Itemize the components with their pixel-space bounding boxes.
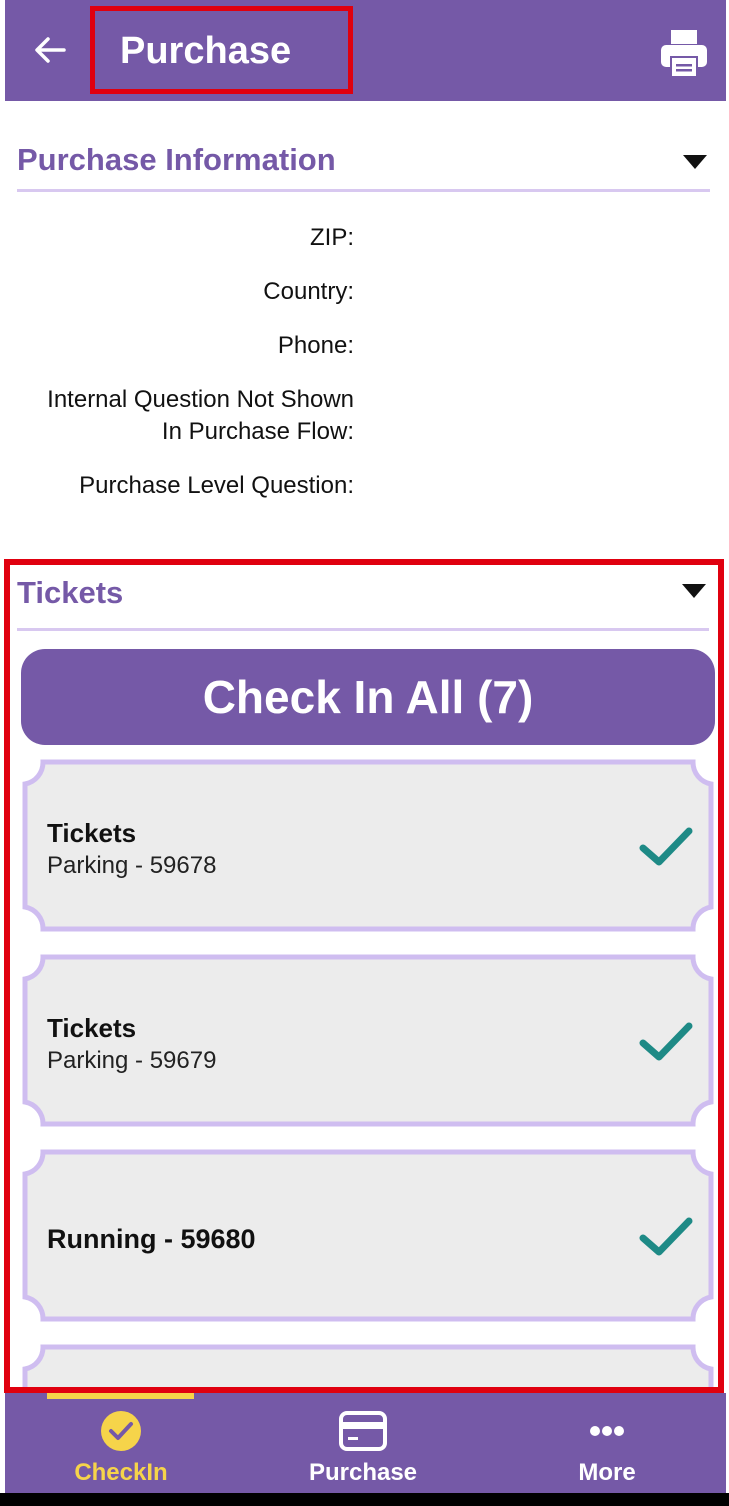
printer-icon[interactable]: [659, 28, 709, 78]
ticket-card[interactable]: [21, 1343, 715, 1387]
more-dots-icon: [590, 1426, 624, 1436]
ticket-subtitle: Parking - 59679: [47, 1047, 217, 1074]
field-zip-label: ZIP:: [309, 224, 354, 251]
credit-card-icon: [339, 1411, 387, 1451]
check-in-all-button[interactable]: Check In All (7): [21, 649, 715, 745]
system-bar: [0, 1493, 729, 1506]
page-title: Purchase: [120, 30, 292, 72]
tickets-header[interactable]: Tickets: [17, 565, 709, 631]
tickets-heading: Tickets: [17, 575, 124, 610]
ticket-title: Tickets: [47, 1013, 137, 1043]
check-circle-icon: [101, 1411, 141, 1451]
purchase-info-header[interactable]: Purchase Information: [17, 132, 710, 192]
active-indicator: [47, 1393, 194, 1399]
nav-more-label: More: [578, 1459, 636, 1486]
nav-more[interactable]: More: [507, 1393, 707, 1493]
bottom-nav: CheckIn Purchase More: [5, 1393, 726, 1493]
collapse-caret-icon[interactable]: [681, 583, 707, 599]
field-phone-label: Phone:: [277, 332, 354, 359]
nav-purchase-label: Purchase: [308, 1459, 418, 1486]
tickets-section: Tickets Check In All (7) Tickets Parking…: [10, 565, 718, 1387]
ticket-title: Tickets: [47, 818, 137, 848]
field-country-label: Country:: [263, 278, 354, 305]
ticket-card[interactable]: Tickets Parking - 59679: [21, 953, 715, 1128]
checkmark-icon[interactable]: [639, 1216, 693, 1258]
ticket-title: Running - 59680: [47, 1224, 256, 1254]
ticket-card[interactable]: Tickets Parking - 59678: [21, 758, 715, 933]
ticket-subtitle: Parking - 59678: [47, 852, 217, 879]
checkmark-icon[interactable]: [639, 826, 693, 868]
collapse-caret-icon[interactable]: [682, 154, 708, 170]
tickets-highlight: Tickets Check In All (7) Tickets Parking…: [4, 559, 724, 1393]
nav-checkin[interactable]: CheckIn: [21, 1393, 221, 1493]
field-internal-question-line2: In Purchase Flow:: [161, 418, 354, 445]
ticket-card[interactable]: Running - 59680: [21, 1148, 715, 1323]
nav-checkin-label: CheckIn: [74, 1459, 168, 1486]
purchase-info-heading: Purchase Information: [17, 142, 336, 177]
nav-purchase[interactable]: Purchase: [263, 1393, 463, 1493]
back-arrow-icon[interactable]: [32, 30, 68, 70]
field-internal-question-line1: Internal Question Not Shown: [47, 386, 354, 413]
field-internal-question-label: Internal Question Not Shown In Purchase …: [47, 384, 354, 448]
checkmark-icon[interactable]: [639, 1021, 693, 1063]
field-purchase-level-question-label: Purchase Level Question:: [79, 472, 354, 499]
ticket-background: [22, 1344, 714, 1387]
